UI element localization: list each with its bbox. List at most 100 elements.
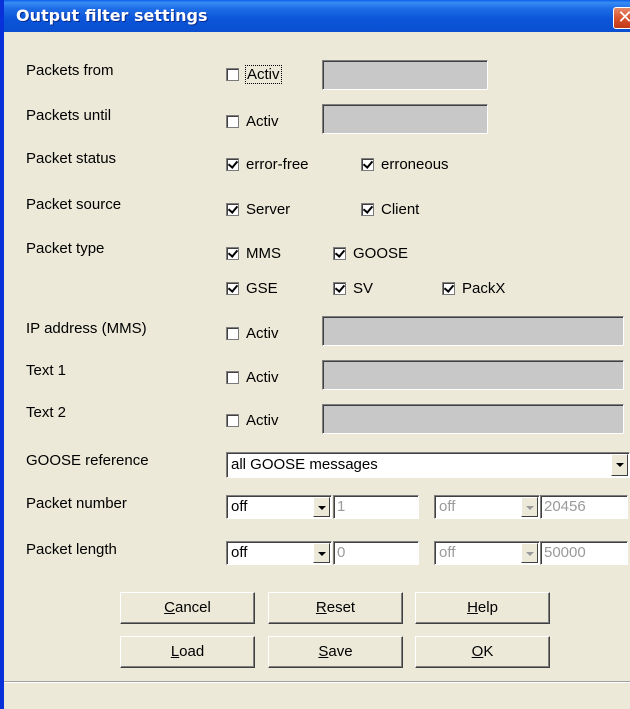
ok-button[interactable]: OK xyxy=(415,636,550,668)
ip-address-label: IP address (MMS) xyxy=(26,320,147,337)
help-label: elp xyxy=(477,599,498,616)
text1-label: Text 1 xyxy=(26,362,67,379)
server-checkbox[interactable]: Server xyxy=(226,199,290,219)
checkbox-label: Activ xyxy=(246,112,279,130)
packet-number-value2-input[interactable]: 20456 xyxy=(540,495,628,519)
reset-mnemonic: R xyxy=(315,599,327,616)
goose-checkbox[interactable]: GOOSE xyxy=(333,243,408,263)
status-bar xyxy=(4,681,630,709)
output-filter-dialog: Output filter settings ✕ Packets from Ac… xyxy=(0,0,630,709)
checkbox-label: error-free xyxy=(246,155,309,173)
packet-number-operator2-select[interactable]: off xyxy=(434,495,540,519)
save-mnemonic: S xyxy=(318,643,329,660)
chevron-down-icon[interactable] xyxy=(611,454,628,476)
checkbox-box xyxy=(442,281,455,295)
mms-checkbox[interactable]: MMS xyxy=(226,243,281,263)
goose-reference-value: all GOOSE messages xyxy=(231,456,378,473)
ip-address-input[interactable] xyxy=(322,316,624,346)
title-bar: Output filter settings xyxy=(4,0,630,32)
checkbox-label: Client xyxy=(381,200,420,218)
packet-length-value2-input[interactable]: 50000 xyxy=(540,541,628,565)
close-button[interactable]: ✕ xyxy=(613,7,630,29)
save-label: ave xyxy=(328,643,353,660)
packet-number-label: Packet number xyxy=(26,495,127,512)
checkbox-box xyxy=(226,326,239,340)
help-button[interactable]: Help xyxy=(415,592,550,624)
load-button[interactable]: Load xyxy=(120,636,255,668)
text2-activ-checkbox[interactable]: Activ xyxy=(226,410,279,430)
packets-from-activ-checkbox[interactable]: Activ xyxy=(226,64,282,84)
ok-mnemonic: O xyxy=(471,643,484,660)
checkbox-label: erroneous xyxy=(381,155,449,173)
load-mnemonic: L xyxy=(170,643,180,660)
checkbox-label: Activ xyxy=(246,411,279,429)
save-button[interactable]: Save xyxy=(268,636,403,668)
packet-length-operator1-select[interactable]: off xyxy=(226,541,332,565)
packet-length-value1-input[interactable]: 0 xyxy=(333,541,419,565)
checkbox-label: SV xyxy=(353,279,374,297)
gse-checkbox[interactable]: GSE xyxy=(226,278,278,298)
cancel-button[interactable]: Cancel xyxy=(120,592,255,624)
goose-reference-label: GOOSE reference xyxy=(26,452,149,469)
cancel-mnemonic: C xyxy=(164,599,175,616)
packets-until-input[interactable] xyxy=(322,104,488,134)
checkbox-label: Activ xyxy=(246,324,279,342)
text2-label: Text 2 xyxy=(26,404,67,421)
packets-from-input[interactable] xyxy=(322,60,488,90)
packets-from-label: Packets from xyxy=(26,62,114,79)
packet-length-operator2-select[interactable]: off xyxy=(434,541,540,565)
checkbox-box xyxy=(226,413,239,427)
window-title: Output filter settings xyxy=(16,6,208,25)
checkbox-label: Activ xyxy=(246,368,279,386)
checkbox-box xyxy=(226,157,239,171)
chevron-down-icon[interactable] xyxy=(521,543,538,563)
checkbox-box xyxy=(333,281,346,295)
chevron-down-icon[interactable] xyxy=(521,497,538,517)
select-value: off xyxy=(439,498,456,515)
close-icon: ✕ xyxy=(617,7,630,27)
text2-input[interactable] xyxy=(322,404,624,434)
erroneous-checkbox[interactable]: erroneous xyxy=(361,154,449,174)
checkbox-box xyxy=(226,114,239,128)
checkbox-box xyxy=(333,246,346,260)
checkbox-label: PackX xyxy=(462,279,506,297)
packet-source-label: Packet source xyxy=(26,196,122,213)
checkbox-box xyxy=(361,157,374,171)
error-free-checkbox[interactable]: error-free xyxy=(226,154,309,174)
packets-until-label: Packets until xyxy=(26,107,112,124)
packet-type-label: Packet type xyxy=(26,240,105,257)
load-label: oad xyxy=(179,643,205,660)
sv-checkbox[interactable]: SV xyxy=(333,278,373,298)
checkbox-label: GOOSE xyxy=(353,244,409,262)
checkbox-box xyxy=(226,202,239,216)
checkbox-label: Activ xyxy=(245,64,282,84)
packet-number-value1-input[interactable]: 1 xyxy=(333,495,419,519)
help-mnemonic: H xyxy=(467,599,478,616)
goose-reference-select[interactable]: all GOOSE messages xyxy=(226,452,630,478)
reset-button[interactable]: Reset xyxy=(268,592,403,624)
checkbox-box xyxy=(226,370,239,384)
ip-address-activ-checkbox[interactable]: Activ xyxy=(226,323,279,343)
reset-label: eset xyxy=(326,599,356,616)
checkbox-label: MMS xyxy=(246,244,281,262)
packx-checkbox[interactable]: PackX xyxy=(442,278,505,298)
packet-status-label: Packet status xyxy=(26,150,117,167)
text1-input[interactable] xyxy=(322,360,624,390)
checkbox-label: GSE xyxy=(246,279,278,297)
select-value: off xyxy=(439,544,456,561)
cancel-label: ancel xyxy=(174,599,211,616)
text1-activ-checkbox[interactable]: Activ xyxy=(226,367,279,387)
checkbox-box xyxy=(226,67,239,81)
packet-length-label: Packet length xyxy=(26,541,117,558)
checkbox-box xyxy=(226,281,239,295)
packet-number-operator1-select[interactable]: off xyxy=(226,495,332,519)
packets-until-activ-checkbox[interactable]: Activ xyxy=(226,111,279,131)
checkbox-box xyxy=(226,246,239,260)
client-checkbox[interactable]: Client xyxy=(361,199,419,219)
chevron-down-icon[interactable] xyxy=(313,543,330,563)
select-value: off xyxy=(231,498,248,515)
checkbox-box xyxy=(361,202,374,216)
select-value: off xyxy=(231,544,248,561)
checkbox-label: Server xyxy=(246,200,291,218)
chevron-down-icon[interactable] xyxy=(313,497,330,517)
